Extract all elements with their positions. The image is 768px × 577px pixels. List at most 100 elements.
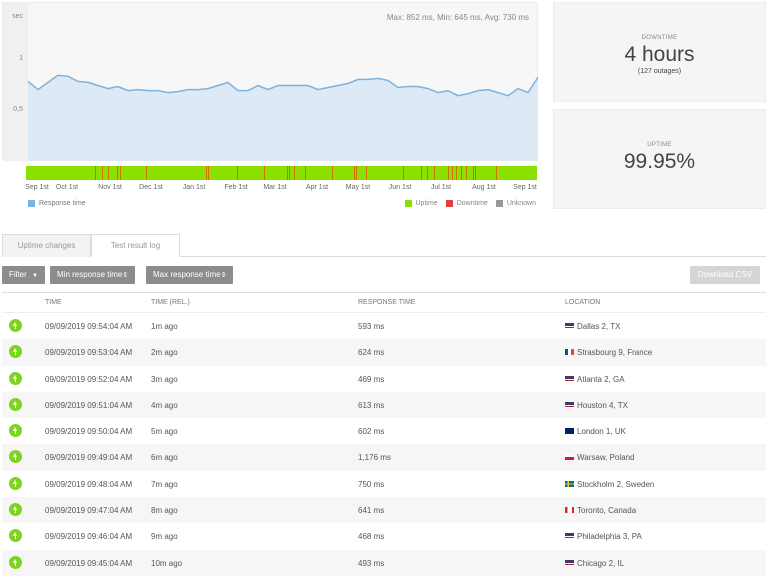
row-response-time: 641 ms	[358, 506, 385, 516]
table-row[interactable]: 09/09/2019 09:48:04 AM 7m ago 750 ms Stockh…	[2, 471, 766, 497]
status-up-icon	[9, 503, 22, 517]
downtime-mark	[427, 166, 429, 180]
downtime-mark	[356, 166, 358, 180]
legend-response-time: Response time	[28, 200, 86, 207]
row-time-rel: 7m ago	[151, 479, 178, 489]
response-time-chart: sec 1 0,5 Max: 852 ms, Min: 645 ms, Avg:…	[2, 2, 539, 161]
downtime-mark	[434, 166, 436, 180]
downtime-mark	[117, 166, 118, 180]
ca-flag-icon	[565, 507, 574, 514]
legend-label-downtime: Downtime	[456, 200, 488, 207]
row-time: 09/09/2019 09:52:04 AM	[45, 374, 133, 384]
row-location: Atlanta 2, GA	[565, 375, 625, 384]
downtime-mark	[365, 166, 367, 180]
uptime-status-bar	[26, 166, 537, 180]
us-flag-icon	[565, 323, 574, 329]
downtime-mark	[474, 166, 476, 180]
row-response-time: 750 ms	[358, 479, 385, 489]
row-location: London 1, UK	[565, 427, 626, 436]
us-flag-icon	[565, 559, 574, 566]
row-time-rel: 8m ago	[151, 506, 178, 516]
downtime-mark	[119, 166, 121, 180]
x-tick-label: Jul 1st	[430, 184, 452, 191]
table-row[interactable]: 09/09/2019 09:49:04 AM 6m ago 1,176 ms Wars…	[2, 444, 766, 471]
row-location-name: Stockholm 2, Sweden	[577, 479, 655, 489]
row-response-time: 493 ms	[358, 558, 385, 568]
row-location: Toronto, Canada	[565, 506, 636, 515]
table-row[interactable]: 09/09/2019 09:52:04 AM 3m ago 469 ms Atlant…	[2, 366, 766, 392]
download-csv-button[interactable]: Download CSV	[690, 266, 760, 284]
row-location: Chicago 2, IL	[565, 559, 624, 568]
row-response-time: 593 ms	[358, 322, 385, 331]
downtime-mark	[95, 166, 96, 180]
row-location: Strasbourg 9, France	[565, 348, 652, 357]
x-tick-label: Jan 1st	[182, 184, 206, 191]
downtime-mark	[456, 166, 458, 180]
row-location: Warsaw, Poland	[565, 453, 635, 462]
column-header-location[interactable]: LOCATION	[565, 299, 600, 306]
downtime-mark	[465, 166, 467, 180]
sort-icon: ⇕	[220, 272, 227, 279]
row-time: 09/09/2019 09:53:04 AM	[45, 348, 133, 358]
status-up-icon	[9, 476, 22, 490]
table-row[interactable]: 09/09/2019 09:53:04 AM 2m ago 624 ms Strasb…	[2, 339, 766, 366]
x-tick-label: Aug 1st	[472, 184, 496, 191]
status-up-icon	[9, 424, 22, 438]
table-row[interactable]: 09/09/2019 09:45:04 AM 10m ago 493 ms Chica…	[2, 549, 766, 576]
x-tick-label: May 1st	[345, 184, 371, 191]
x-axis-labels: Sep 1st Oct 1st Nov 1st Dec 1st Jan 1st Feb 1…	[0, 184, 545, 194]
downtime-mark	[107, 166, 109, 180]
min-response-time-sort-button[interactable]: Min response time⇕	[50, 266, 136, 284]
row-time: 09/09/2019 09:46:04 AM	[45, 532, 133, 542]
row-time: 09/09/2019 09:51:04 AM	[45, 400, 133, 410]
chart-plot-area	[27, 74, 539, 161]
row-time: 09/09/2019 09:54:04 AM	[45, 322, 133, 331]
downtime-mark	[353, 166, 355, 180]
row-location: Dallas 2, TX	[565, 322, 620, 331]
row-time-rel: 4m ago	[151, 400, 178, 410]
tab-test-result-log[interactable]: Test result log	[91, 234, 180, 257]
downtime-mark	[331, 166, 333, 180]
filter-dropdown-button[interactable]: Filter ▼	[2, 266, 45, 284]
table-row[interactable]: 09/09/2019 09:46:04 AM 9m ago 468 ms Philad…	[2, 523, 766, 549]
column-header-response-time[interactable]: RESPONSE TIME	[358, 299, 415, 306]
downtime-mark	[289, 166, 291, 180]
row-time: 09/09/2019 09:45:04 AM	[45, 558, 133, 568]
column-header-time[interactable]: TIME	[45, 299, 62, 306]
legend-swatch	[28, 200, 35, 207]
max-response-time-sort-button[interactable]: Max response time⇕	[146, 266, 234, 284]
row-location-name: Dallas 2, TX	[577, 322, 621, 331]
downtime-mark	[496, 166, 498, 180]
tab-bar: Uptime changes Test result log	[2, 234, 766, 257]
fr-flag-icon	[565, 349, 574, 356]
uptime-card: UPTIME 99.95%	[553, 109, 766, 209]
row-location-name: Atlanta 2, GA	[577, 374, 625, 384]
x-tick-label: Nov 1st	[98, 184, 122, 191]
row-location-name: Toronto, Canada	[577, 506, 637, 516]
row-time: 09/09/2019 09:50:04 AM	[45, 427, 133, 437]
row-location-name: Philadelphia 3, PA	[577, 532, 642, 542]
table-row[interactable]: 09/09/2019 09:54:04 AM 1m ago 593 ms Dallas…	[2, 313, 766, 339]
table-row[interactable]: 09/09/2019 09:51:04 AM 4m ago 613 ms Housto…	[2, 391, 766, 419]
row-response-time: 613 ms	[358, 400, 385, 410]
table-header: TIME TIME (REL.) RESPONSE TIME LOCATION	[2, 293, 766, 313]
table-row[interactable]: 09/09/2019 09:50:04 AM 5m ago 602 ms London…	[2, 418, 766, 444]
legend-label-unknown: Unknown	[506, 200, 536, 207]
tab-uptime-changes[interactable]: Uptime changes	[2, 234, 91, 257]
uptime-title: UPTIME	[647, 142, 672, 148]
downtime-mark	[206, 166, 208, 180]
downtime-value: 4 hours	[624, 43, 695, 66]
status-up-icon	[9, 319, 22, 332]
min-response-label: Min response time	[57, 270, 123, 279]
downtime-mark	[237, 166, 238, 180]
pl-flag-icon	[565, 454, 574, 461]
row-location-name: Strasbourg 9, France	[577, 348, 653, 358]
column-header-time-rel[interactable]: TIME (REL.)	[151, 299, 190, 306]
status-up-icon	[9, 345, 22, 359]
uptime-value: 99.95%	[623, 150, 696, 173]
caret-down-icon: ▼	[32, 273, 38, 279]
table-row[interactable]: 09/09/2019 09:47:04 AM 8m ago 641 ms Toront…	[2, 497, 766, 524]
x-tick-label: Dec 1st	[139, 184, 163, 191]
us-flag-icon	[565, 533, 574, 540]
row-response-time: 1,176 ms	[358, 453, 391, 463]
